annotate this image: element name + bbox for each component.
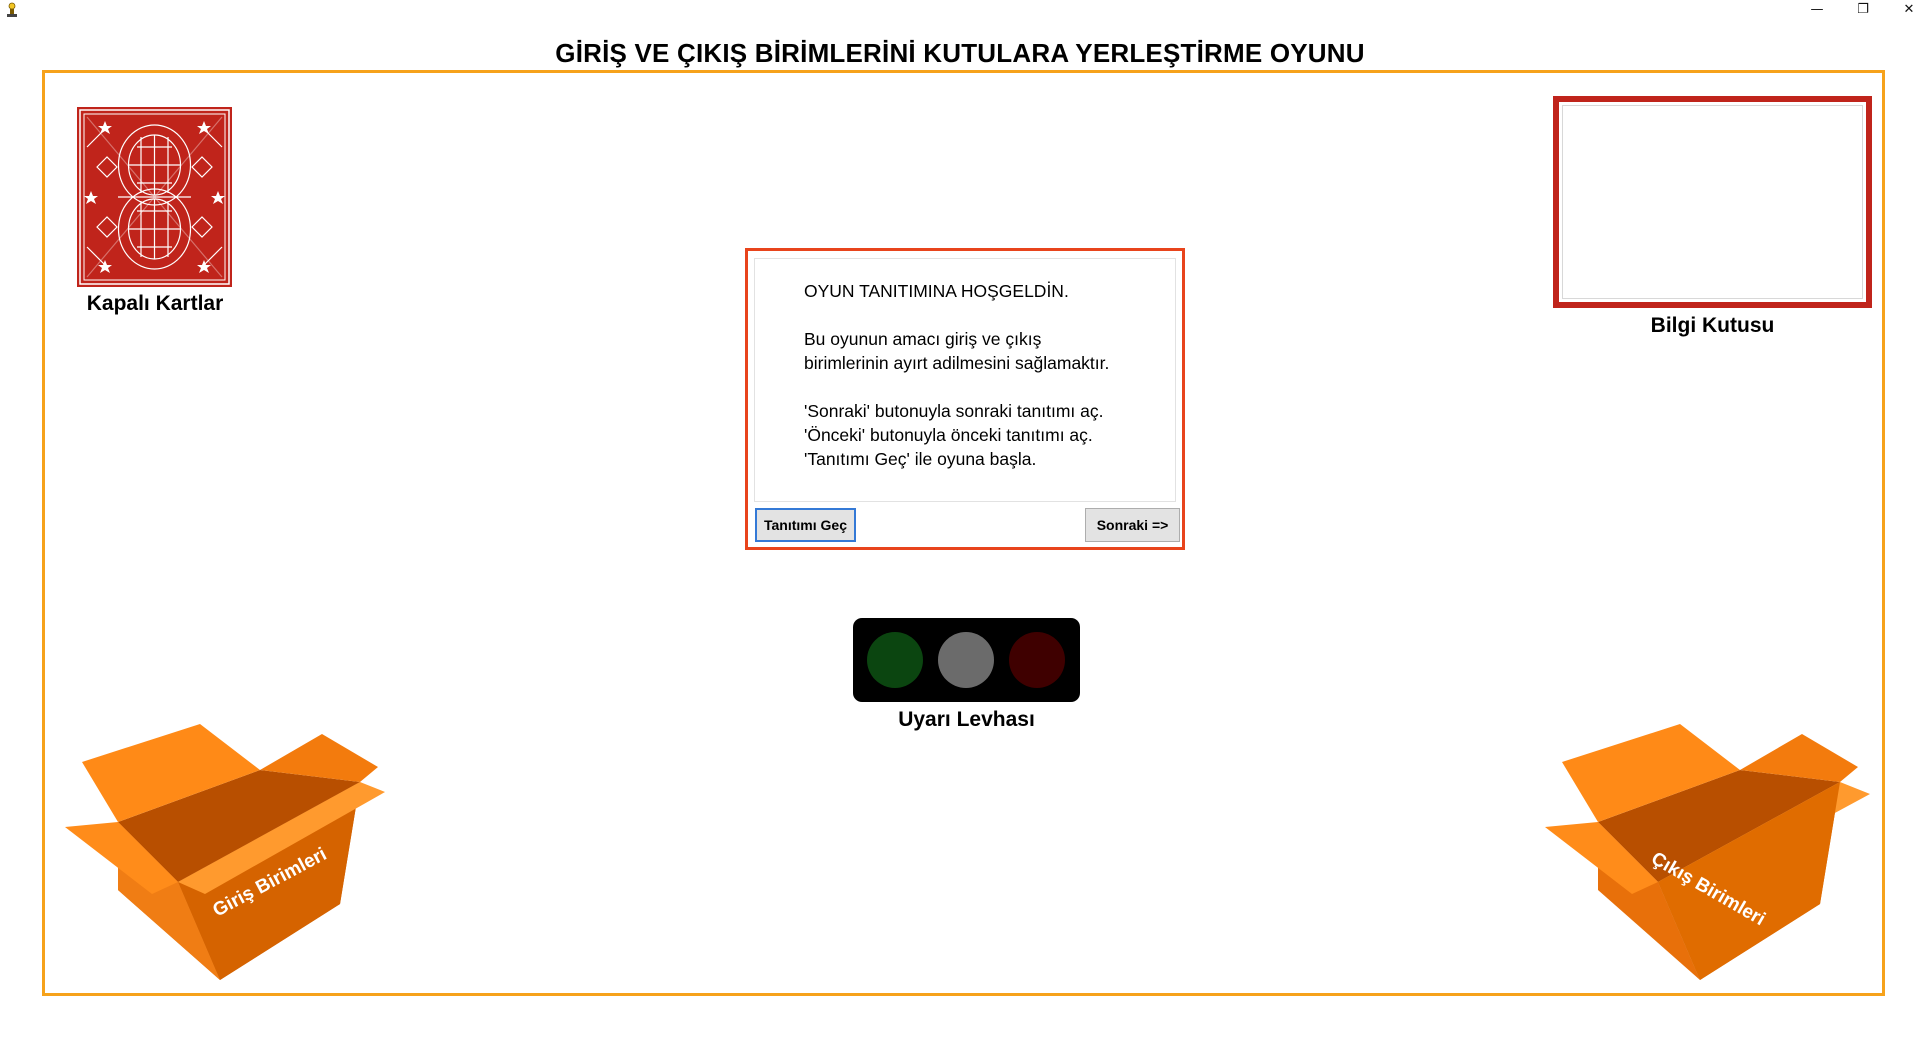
intro-text: OYUN TANITIMINA HOŞGELDİN. Bu oyunun ama…	[804, 279, 1164, 471]
intro-line: Bu oyunun amacı giriş ve çıkış	[804, 329, 1042, 349]
warning-traffic-light	[853, 618, 1080, 702]
warning-sign-label: Uyarı Levhası	[898, 708, 1035, 731]
game-title: GİRİŞ VE ÇIKIŞ BİRİMLERİNİ KUTULARA YERL…	[555, 38, 1365, 68]
restore-button[interactable]: ❐	[1840, 0, 1886, 22]
close-button[interactable]: ✕	[1886, 0, 1920, 22]
intro-dialog: OYUN TANITIMINA HOŞGELDİN. Bu oyunun ama…	[745, 248, 1185, 550]
closed-cards-label: Kapalı Kartlar	[86, 292, 224, 315]
intro-line: 'Önceki' butonuyla önceki tanıtımı aç.	[804, 425, 1093, 445]
input-devices-box[interactable]: Giriş Birimleri	[60, 722, 395, 982]
intro-heading: OYUN TANITIMINA HOŞGELDİN.	[804, 281, 1069, 301]
intro-line: 'Sonraki' butonuyla sonraki tanıtımı aç.	[804, 401, 1104, 421]
minimize-button[interactable]: —	[1794, 0, 1840, 22]
game-window: — ❐ ✕ GİRİŞ VE ÇIKIŞ BİRİMLERİNİ KUTULAR…	[0, 0, 1920, 1040]
green-lamp	[867, 632, 923, 688]
closed-cards-deck[interactable]	[77, 107, 232, 287]
info-box	[1553, 96, 1872, 308]
info-box-label: Bilgi Kutusu	[1650, 314, 1775, 337]
intro-text-panel: OYUN TANITIMINA HOŞGELDİN. Bu oyunun ama…	[754, 258, 1176, 502]
info-box-content	[1562, 105, 1863, 299]
skip-intro-button[interactable]: Tanıtımı Geç	[755, 508, 856, 542]
app-icon	[7, 2, 17, 17]
intro-line: 'Tanıtımı Geç' ile oyuna başla.	[804, 449, 1037, 469]
intro-line: birimlerinin ayırt adilmesini sağlamaktı…	[804, 353, 1110, 373]
output-devices-box[interactable]: Çıkış Birimleri	[1540, 722, 1875, 982]
next-button[interactable]: Sonraki =>	[1085, 508, 1180, 542]
gray-lamp	[938, 632, 994, 688]
red-lamp	[1009, 632, 1065, 688]
